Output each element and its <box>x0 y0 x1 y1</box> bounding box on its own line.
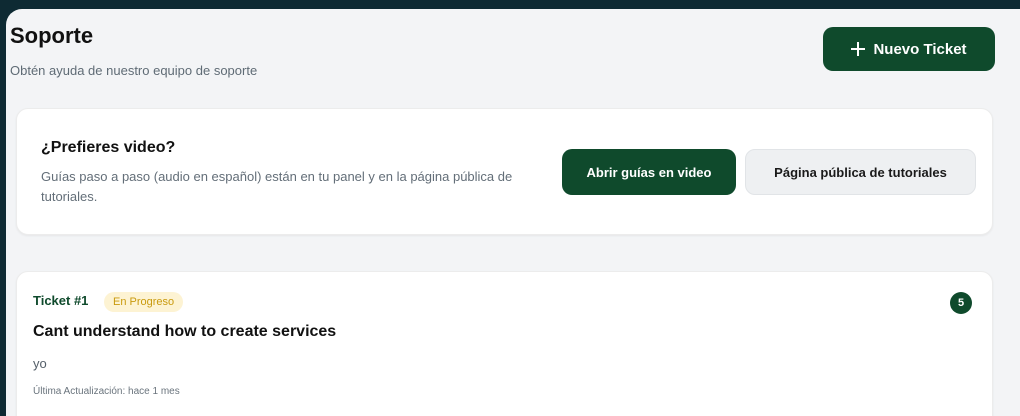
video-card-title: ¿Prefieres video? <box>41 139 176 156</box>
page-title: Soporte <box>10 23 94 48</box>
public-tutorials-button[interactable]: Página pública de tutoriales <box>745 149 976 195</box>
ticket-subject: Cant understand how to create services <box>33 323 337 340</box>
support-panel: Soporte Obtén ayuda de nuestro equipo de… <box>6 9 1020 416</box>
ticket-last-updated: Última Actualización: hace 1 mes <box>33 386 180 397</box>
new-ticket-label: Nuevo Ticket <box>873 40 967 58</box>
ticket-author: yo <box>33 356 47 371</box>
new-ticket-button[interactable]: Nuevo Ticket <box>823 27 995 71</box>
page-subtitle: Obtén ayuda de nuestro equipo de soporte <box>10 63 258 78</box>
video-card-description: Guías paso a paso (audio en español) est… <box>41 169 513 204</box>
message-count-badge: 5 <box>950 292 972 314</box>
ticket-number: Ticket #1 <box>33 293 89 308</box>
ticket-card[interactable]: Ticket #1 En Progreso 5 Cant understand … <box>16 271 993 416</box>
plus-icon <box>851 42 866 56</box>
page-header: Soporte Obtén ayuda de nuestro equipo de… <box>6 9 1020 99</box>
status-badge: En Progreso <box>104 292 184 312</box>
open-video-guides-button[interactable]: Abrir guías en video <box>562 149 736 195</box>
video-guides-card: ¿Prefieres video? Guías paso a paso (aud… <box>16 108 993 235</box>
